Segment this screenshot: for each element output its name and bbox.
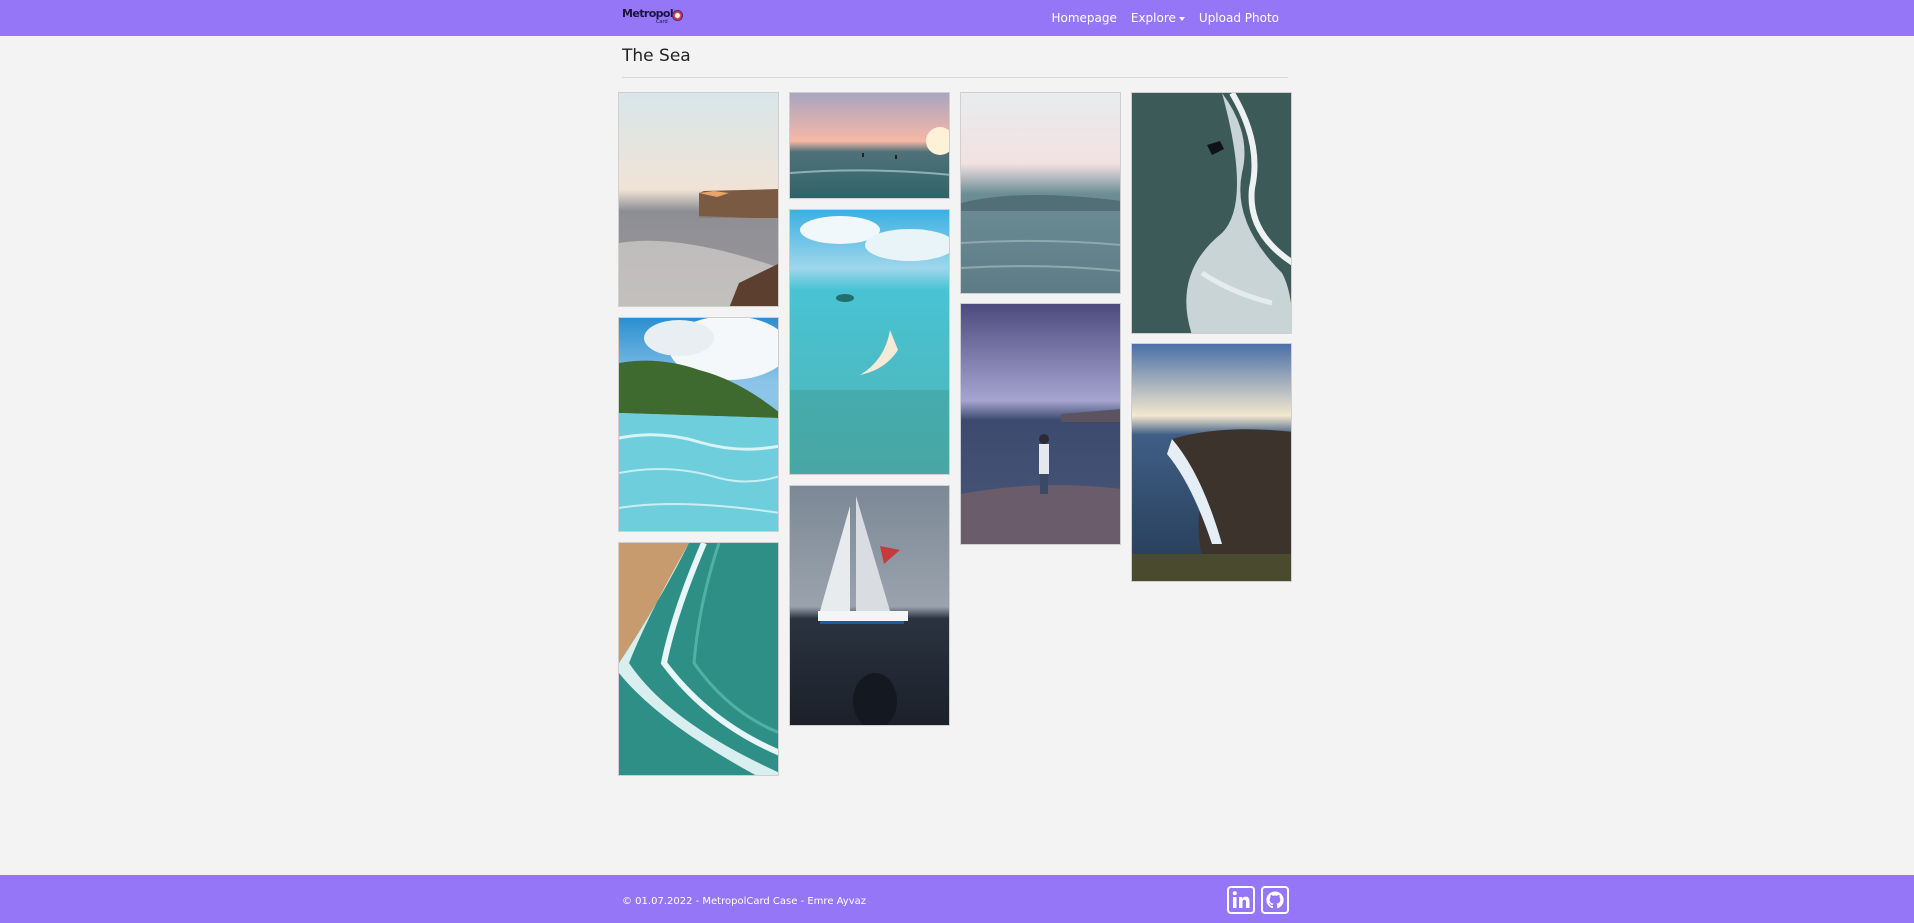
- photo-card[interactable]: [1131, 92, 1292, 334]
- title-divider: [622, 77, 1288, 78]
- photo-aerial-beach-waves: [619, 543, 778, 775]
- photo-card[interactable]: [960, 92, 1121, 294]
- nav-explore-dropdown[interactable]: Explore: [1131, 11, 1185, 25]
- photo-cliff-sunset-coast: [619, 93, 778, 306]
- github-icon[interactable]: [1261, 886, 1289, 914]
- photo-card[interactable]: [789, 92, 950, 199]
- photo-sunset-surfers: [790, 93, 949, 198]
- photo-surfer-wave: [1132, 93, 1291, 333]
- nav-homepage-link[interactable]: Homepage: [1051, 11, 1116, 25]
- navbar: Metropol Card Homepage Explore Upload Ph…: [0, 0, 1914, 36]
- social-links: [1227, 886, 1289, 914]
- nav-links: Homepage Explore Upload Photo: [1051, 0, 1279, 36]
- photo-misty-sea: [961, 93, 1120, 293]
- linkedin-icon[interactable]: [1227, 886, 1255, 914]
- photo-card[interactable]: [789, 209, 950, 475]
- nav-explore-label: Explore: [1130, 11, 1176, 25]
- photo-card[interactable]: [618, 317, 779, 532]
- photo-card[interactable]: [960, 303, 1121, 545]
- caret-down-icon: [1178, 16, 1185, 21]
- footer: © 01.07.2022 - MetropolCard Case - Emre …: [0, 875, 1914, 923]
- brand-logo[interactable]: Metropol Card: [622, 8, 684, 28]
- photo-tropical-beach: [619, 318, 778, 531]
- photo-aerial-sandbar: [790, 210, 949, 474]
- photo-card[interactable]: [618, 542, 779, 776]
- brand-subtitle: Card: [656, 19, 668, 25]
- brand-emblem-icon: [672, 10, 683, 21]
- photo-card[interactable]: [1131, 343, 1292, 582]
- nav-upload-photo-link[interactable]: Upload Photo: [1199, 11, 1279, 25]
- photo-sailboat: [790, 486, 949, 725]
- photo-card[interactable]: [618, 92, 779, 307]
- photo-man-on-rock: [961, 304, 1120, 544]
- page-title: The Sea: [622, 46, 691, 66]
- photo-card[interactable]: [789, 485, 950, 726]
- footer-copyright: © 01.07.2022 - MetropolCard Case - Emre …: [622, 896, 867, 907]
- photo-coastal-cliff: [1132, 344, 1291, 581]
